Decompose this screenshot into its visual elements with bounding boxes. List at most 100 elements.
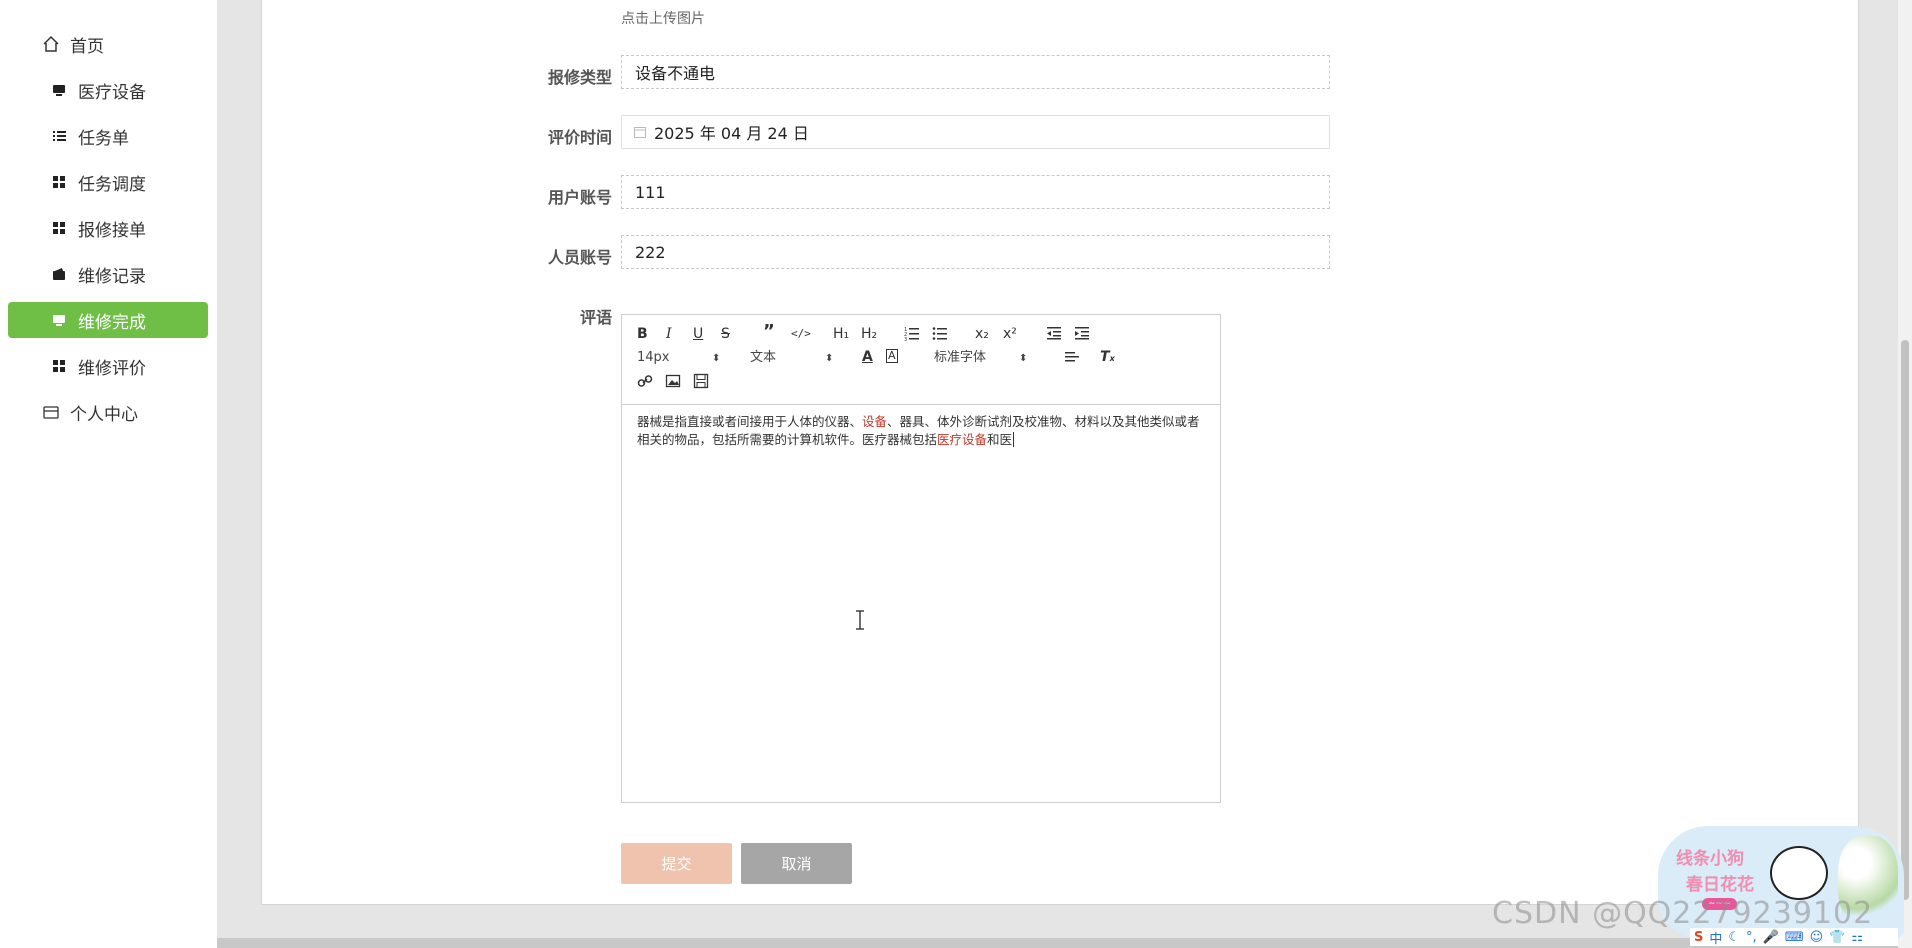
cancel-button[interactable]: 取消 [741, 843, 852, 884]
scrollbar-thumb[interactable] [1901, 340, 1909, 900]
sidebar-item-medical-devices[interactable]: 医疗设备 [8, 72, 208, 108]
watermark: CSDN @QQ2279239102 [1492, 896, 1874, 931]
ibeam-cursor-icon [855, 610, 865, 630]
code-block-icon[interactable]: </> [791, 325, 811, 343]
repair-type-value: 设备不通电 [635, 64, 716, 83]
sidebar-item-task-list[interactable]: 任务单 [8, 118, 208, 154]
user-account-label: 用户账号 [547, 188, 612, 207]
image-icon[interactable] [665, 373, 681, 391]
bear-image [1770, 846, 1828, 900]
editor-content[interactable]: 器械是指直接或者间接用于人体的仪器、设备、器具、体外诊断试剂及校准物、材料以及其… [637, 413, 1207, 449]
font-family-select[interactable]: 标准字体 ⬍ [934, 349, 1029, 367]
svg-text:3: 3 [904, 337, 907, 341]
monitor-icon [50, 81, 68, 99]
sidebar-item-repair-orders[interactable]: 报修接单 [8, 210, 208, 246]
sidebar-item-repair-complete[interactable]: 维修完成 [8, 302, 208, 338]
repair-type-label: 报修类型 [547, 68, 612, 87]
comment-highlight: 设备 [862, 414, 888, 429]
repair-type-field[interactable]: 设备不通电 [621, 55, 1330, 89]
sidebar-item-label: 维修评价 [78, 358, 146, 379]
eval-time-label: 评价时间 [547, 128, 612, 147]
sidebar-item-label: 维修完成 [78, 312, 146, 333]
sidebar-item-personal-center[interactable]: 个人中心 [8, 394, 208, 430]
shirt-icon[interactable]: 👕 [1829, 930, 1845, 945]
sidebar-item-label: 任务单 [78, 128, 129, 149]
grid-icon [50, 173, 68, 191]
blockquote-icon[interactable]: ” [763, 323, 775, 341]
ime-mode[interactable]: 中 [1709, 928, 1722, 947]
user-icon[interactable]: ☺ [1810, 930, 1824, 945]
italic-button[interactable]: I [666, 325, 672, 343]
updown-icon: ⬍ [1019, 353, 1028, 364]
punctuation-icon[interactable]: °, [1746, 930, 1757, 945]
grid-icon [50, 357, 68, 375]
staff-account-label: 人员账号 [547, 248, 612, 267]
comment-highlight: 医疗设备 [937, 432, 988, 447]
font-family-value: 标准字体 [934, 350, 987, 365]
ime-toolbar[interactable]: S 中 ☾ °, 🎤 ⌨ ☺ 👕 ⚏ [1690, 928, 1898, 947]
upload-hint[interactable]: 点击上传图片 [621, 8, 705, 28]
updown-icon: ⬍ [825, 353, 834, 364]
superscript-button[interactable]: x² [1003, 325, 1017, 343]
font-color-icon[interactable]: A [862, 348, 873, 366]
subscript-button[interactable]: x₂ [975, 325, 989, 343]
comment-label: 评语 [579, 308, 612, 327]
monitor-icon [50, 311, 68, 329]
sidebar-item-repair-records[interactable]: 维修记录 [8, 256, 208, 292]
horizontal-scrollbar[interactable] [217, 938, 1898, 948]
eval-time-field[interactable]: 2025 年 04 月 24 日 [621, 115, 1330, 149]
comment-editor: B I U S ” </> H₁ H₂ 123 x₂ x² 14px ⬍ 文本 … [621, 314, 1221, 803]
moon-icon[interactable]: ☾ [1728, 930, 1740, 945]
clear-format-icon[interactable]: Tx [1100, 348, 1115, 366]
grid-icon [50, 219, 68, 237]
sticker-text: 春日花花 [1686, 875, 1754, 895]
grid-icon[interactable]: ⚏ [1851, 930, 1863, 945]
keyboard-icon[interactable]: ⌨ [1785, 930, 1804, 945]
sidebar-item-label: 首页 [70, 36, 104, 57]
background-color-icon[interactable]: A [886, 349, 898, 363]
paragraph-select[interactable]: 文本 ⬍ [750, 349, 835, 367]
user-account-field[interactable]: 111 [621, 175, 1330, 209]
text-caret [1013, 432, 1015, 447]
staff-account-value: 222 [635, 242, 666, 262]
sidebar-item-repair-evaluation[interactable]: 维修评价 [8, 348, 208, 384]
indent-icon[interactable] [1074, 325, 1090, 343]
sidebar-item-home[interactable]: 首页 [8, 26, 208, 62]
calendar-icon [634, 123, 654, 142]
align-left-icon[interactable] [1064, 350, 1080, 368]
h2-button[interactable]: H₂ [861, 325, 877, 343]
strike-button[interactable]: S [721, 325, 730, 343]
sidebar-item-label: 维修记录 [78, 266, 146, 287]
link-icon[interactable] [637, 373, 653, 391]
font-size-value: 14px [637, 350, 670, 365]
bold-button[interactable]: B [637, 325, 648, 343]
sidebar-item-label: 任务调度 [78, 174, 146, 195]
wallet-icon [50, 265, 68, 283]
comment-text: 器械是指直接或者间接用于人体的仪器、 [637, 414, 863, 429]
video-icon[interactable] [693, 373, 709, 391]
paragraph-value: 文本 [750, 350, 777, 365]
submit-button[interactable]: 提交 [621, 843, 732, 884]
h1-button[interactable]: H₁ [833, 325, 849, 343]
ordered-list-icon[interactable]: 123 [904, 325, 920, 343]
outdent-icon[interactable] [1046, 325, 1062, 343]
font-size-select[interactable]: 14px ⬍ [637, 349, 722, 367]
list-icon [50, 127, 68, 145]
eval-time-value: 2025 年 04 月 24 日 [654, 124, 809, 143]
sidebar: 首页 医疗设备 任务单 任务调度 报修接单 维修记录 维修完成 维修评价 个人中… [0, 0, 217, 948]
sidebar-item-task-dispatch[interactable]: 任务调度 [8, 164, 208, 200]
user-account-value: 111 [635, 182, 666, 202]
sogou-logo-icon: S [1694, 929, 1704, 945]
underline-button[interactable]: U [693, 325, 703, 343]
staff-account-field[interactable]: 222 [621, 235, 1330, 269]
home-icon [42, 35, 60, 53]
comment-text: 和医 [987, 432, 1013, 447]
sidebar-item-label: 医疗设备 [78, 82, 146, 103]
editor-toolbar: B I U S ” </> H₁ H₂ 123 x₂ x² 14px ⬍ 文本 … [622, 315, 1220, 405]
sticker-text: 线条小狗 [1676, 849, 1744, 869]
updown-icon: ⬍ [712, 353, 721, 364]
bullet-list-icon[interactable] [932, 325, 948, 343]
microphone-icon[interactable]: 🎤 [1763, 930, 1779, 945]
sidebar-item-label: 报修接单 [78, 220, 146, 241]
card-icon [42, 403, 60, 421]
